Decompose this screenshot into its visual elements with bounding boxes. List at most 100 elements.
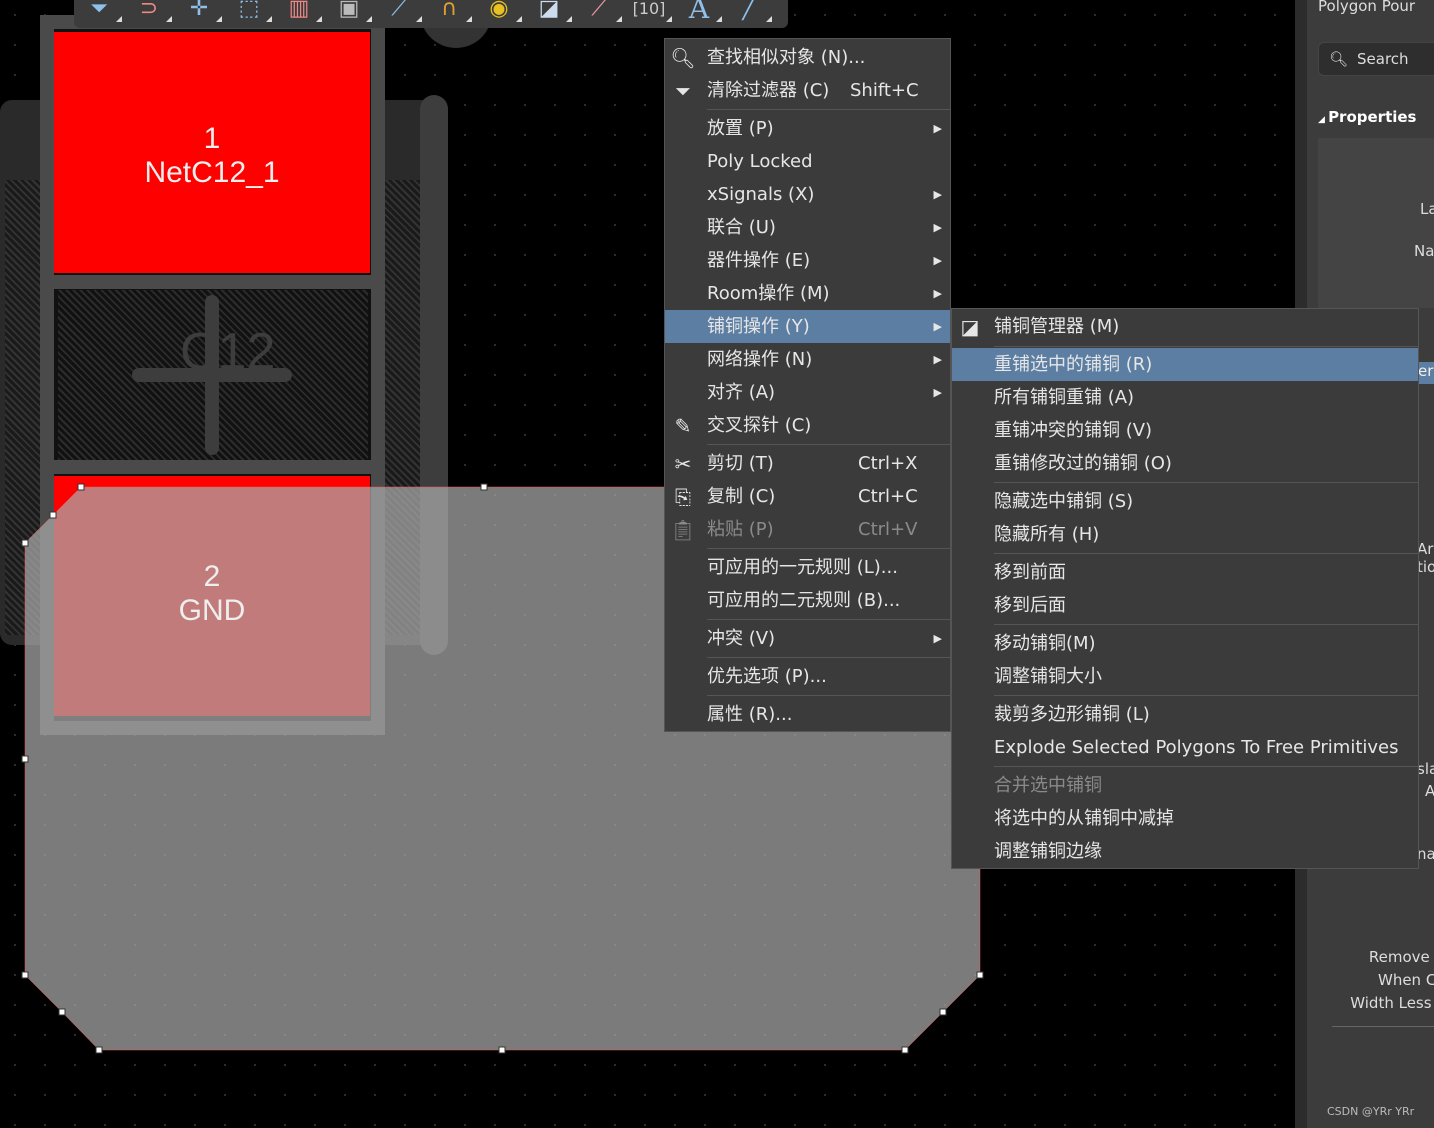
menu-item-label: 重铺选中的铺铜 (R) [994,354,1153,375]
menu-item-label: 放置 (P) [707,118,774,139]
menu-item-label: 器件操作 (E) [707,250,811,271]
menu-item[interactable]: 📋︎ 粘贴 (P) Ctrl+V [665,513,950,546]
menu-item[interactable]: 重铺冲突的铺铜 (V) [952,414,1418,447]
menu-item[interactable]: 移动铺铜(M) [952,627,1418,660]
menu-item[interactable]: 所有铺铜重铺 (A) [952,381,1418,414]
menu-item[interactable]: 可应用的一元规则 (L)... [665,551,950,584]
menu-item[interactable]: 铺铜操作 (Y) ▶ [665,310,950,343]
menu-item[interactable]: ✎ 交叉探针 (C) [665,409,950,442]
search-icon: 🔍︎ [670,46,696,70]
menu-item-label: 重铺修改过的铺铜 (O) [994,453,1172,474]
menu-item-label: 复制 (C) [707,486,776,507]
panel-tab[interactable]: er [1418,362,1434,384]
menu-item[interactable]: 移到前面 [952,556,1418,589]
menu-item[interactable]: 优先选项 (P)... [665,660,950,693]
menu-item[interactable]: ✂ 剪切 (T) Ctrl+X [665,447,950,480]
menu-item-label: 网络操作 (N) [707,349,813,370]
menu-item-label: xSignals (X) [707,184,815,205]
menu-separator [707,657,950,658]
menu-item[interactable]: Explode Selected Polygons To Free Primit… [952,731,1418,764]
search-input[interactable]: 🔍︎ Search [1318,42,1434,76]
menu-item-label: 将选中的从铺铜中减掉 [994,808,1174,829]
vertex-handle [21,755,29,763]
vertex-handle [480,483,488,491]
menu-item[interactable]: 重铺修改过的铺铜 (O) [952,447,1418,480]
menu-separator [994,624,1418,625]
menu-item[interactable]: 对齐 (A) ▶ [665,376,950,409]
divider [1332,1026,1434,1027]
watermark: CSDN @YRr YRr [1327,1105,1415,1118]
panel-label: A [1425,782,1434,800]
menu-separator [994,766,1418,767]
line-icon[interactable]: ╱ [730,0,772,24]
menu-item[interactable]: 属性 (R)... [665,698,950,731]
menu-item[interactable]: xSignals (X) ▶ [665,178,950,211]
cross-probe-icon: ✎ [674,414,692,438]
text-icon[interactable]: A [680,0,722,24]
menu-separator [707,109,950,110]
menu-separator [707,444,950,445]
diff-pair-icon[interactable]: ∩ [430,0,472,24]
polygon-icon[interactable]: ◪ [530,0,572,24]
vertex-handle [58,1008,66,1016]
region-icon[interactable]: ⟋ [580,0,622,24]
menu-item[interactable]: 放置 (P) ▶ [665,112,950,145]
filter-icon[interactable]: ⏷ [80,0,122,24]
layer-label: La [1420,200,1434,218]
menu-item[interactable]: 🔍︎ 查找相似对象 (N)... [665,41,950,74]
vertex-handle [95,1046,103,1054]
menu-item[interactable]: ◪ 铺铜管理器 (M) [952,310,1418,343]
menu-item[interactable]: 裁剪多边形铺铜 (L) [952,698,1418,731]
menu-item[interactable]: 网络操作 (N) ▶ [665,343,950,376]
properties-section-header[interactable]: ◢ Properties [1318,108,1416,126]
panel-label: nat [1417,845,1434,863]
menu-item-label: 铺铜操作 (Y) [707,316,810,337]
menu-item-shortcut: Shift+C [850,80,919,101]
menu-item[interactable]: 调整铺铜边缘 [952,835,1418,868]
menu-separator [994,553,1418,554]
menu-item-label: 铺铜管理器 (M) [994,316,1120,337]
submenu-arrow-icon: ▶ [933,386,942,399]
panel-label: Ar [1417,540,1434,558]
menu-item[interactable]: 联合 (U) ▶ [665,211,950,244]
menu-item[interactable]: Poly Locked [665,145,950,178]
menu-item-label: 移动铺铜(M) [994,633,1096,654]
vertex-handle [901,1046,909,1054]
dimension-icon[interactable]: [10] [630,0,672,24]
menu-item[interactable]: 冲突 (V) ▶ [665,622,950,655]
menu-item[interactable]: ⏷ 清除过滤器 (C) Shift+C [665,74,950,107]
menu-item[interactable]: 可应用的二元规则 (B)... [665,584,950,617]
menu-item-label: 可应用的二元规则 (B)... [707,590,901,611]
paste-icon: 📋︎ [670,518,696,542]
menu-item[interactable]: Room操作 (M) ▶ [665,277,950,310]
route-icon[interactable]: ⟋ [380,0,422,24]
menu-item[interactable]: 合并选中铺铜 [952,769,1418,802]
menu-item-label: 冲突 (V) [707,628,776,649]
component-icon[interactable]: ▣ [330,0,372,24]
remove-text-line: When Cop [1377,971,1434,989]
menu-separator [994,695,1418,696]
menu-item-label: 调整铺铜边缘 [994,841,1102,862]
align-icon[interactable]: ▥ [280,0,322,24]
menu-item[interactable]: 隐藏所有 (H) [952,518,1418,551]
magnet-icon[interactable]: ⊃ [130,0,172,24]
menu-item-label: 剪切 (T) [707,453,774,474]
pad-net: GND [178,594,246,627]
menu-item[interactable]: 隐藏选中铺铜 (S) [952,485,1418,518]
menu-item[interactable]: 重铺选中的铺铜 (R) [952,348,1418,381]
pad-number: 2 [203,560,221,593]
submenu-arrow-icon: ▶ [933,632,942,645]
menu-separator [707,695,950,696]
select-rect-icon[interactable]: ⬚ [230,0,272,24]
menu-item[interactable]: 调整铺铜大小 [952,660,1418,693]
menu-item[interactable]: 移到后面 [952,589,1418,622]
via-icon[interactable]: ◉ [480,0,522,24]
menu-item[interactable]: 器件操作 (E) ▶ [665,244,950,277]
submenu-arrow-icon: ▶ [933,188,942,201]
menu-item[interactable]: 将选中的从铺铜中减掉 [952,802,1418,835]
move-icon[interactable]: ✛ [180,0,222,24]
menu-item-shortcut: Ctrl+V [858,519,918,540]
menu-item-label: 调整铺铜大小 [994,666,1102,687]
properties-box [1318,138,1434,308]
menu-item[interactable]: ⎘ 复制 (C) Ctrl+C [665,480,950,513]
